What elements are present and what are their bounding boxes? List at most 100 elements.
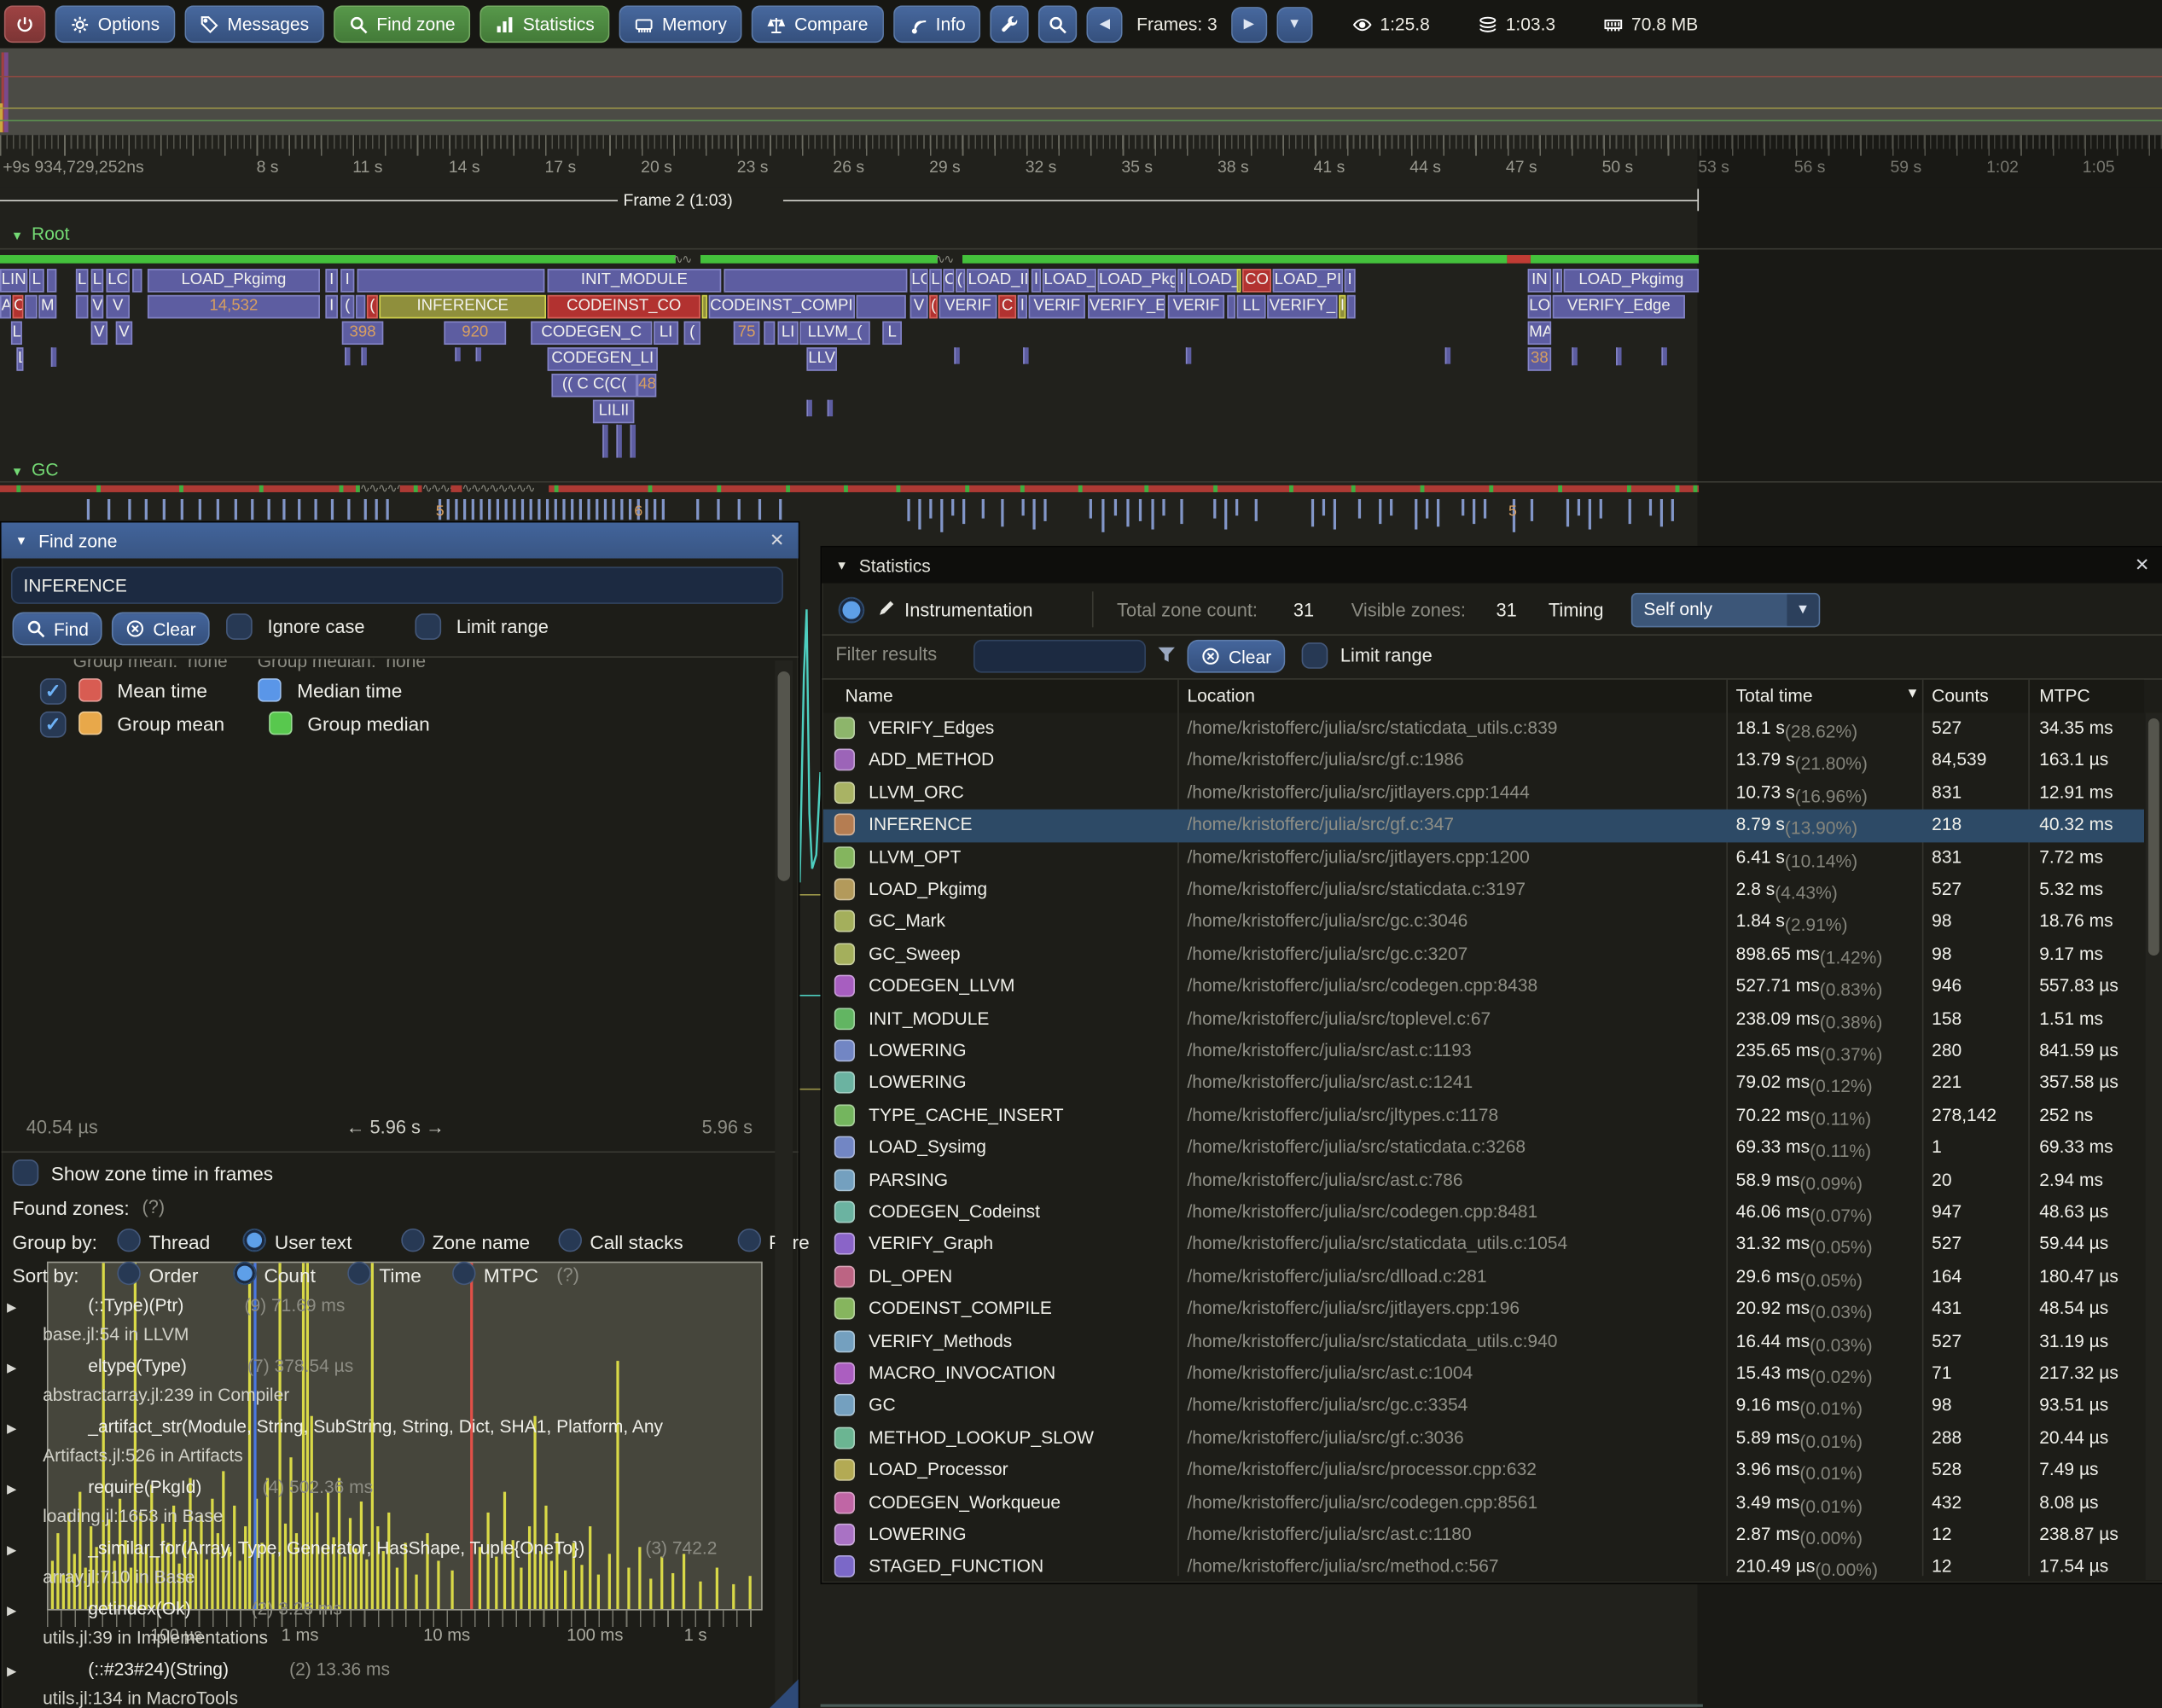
timeline-zone[interactable] [132,269,142,292]
gc-event-tick[interactable] [1578,499,1580,515]
timeline-zone[interactable]: CODEGEN_LI [548,347,658,370]
legend-swatch[interactable] [78,678,102,701]
messages-button[interactable]: Messages [184,5,324,43]
timeline-zone-stub[interactable] [1572,347,1577,365]
gc-activity-bar[interactable] [400,485,422,492]
timeline-zone-stub[interactable] [1616,347,1621,365]
timeline-zone[interactable]: LIN [0,269,27,292]
timeline-zone[interactable]: V [91,322,108,345]
table-row[interactable]: VERIFY_Edges/home/kristofferc/julia/src/… [823,713,2144,746]
chevron-down-icon[interactable]: ▼ [1787,595,1818,626]
zone-name[interactable]: VERIFY_Edges [869,717,994,737]
filter-clear-button[interactable]: Clear [1187,640,1285,673]
timeline-zone[interactable]: LILIl [593,400,634,423]
ignore-case-checkbox[interactable] [226,613,253,640]
timeline-zone[interactable]: V [910,295,928,318]
timeline-zone[interactable]: MA [1528,322,1551,345]
radio-order[interactable] [117,1262,140,1285]
timeline-zone[interactable]: C [13,295,24,318]
stats-limit-range-checkbox[interactable] [1302,642,1328,669]
timeline-zone[interactable]: ( [340,295,354,318]
timeline-zone[interactable]: 48 [637,374,657,397]
timeline-zone[interactable]: VERIF [1168,295,1224,318]
legend-swatch[interactable] [78,712,102,735]
gc-event-tick[interactable] [530,499,532,520]
gc-event-tick[interactable] [587,499,590,520]
gc-event-tick[interactable] [907,499,910,521]
timing-dropdown[interactable]: Self only ▼ [1631,593,1820,627]
prev-frame-button[interactable]: ◀ [1087,6,1123,42]
gc-event-tick[interactable] [1390,499,1392,515]
timeline-zone[interactable]: I [325,269,338,292]
gc-event-tick[interactable] [488,499,491,520]
gc-event-tick[interactable] [1415,499,1417,530]
gc-event-tick[interactable] [479,499,482,520]
zone-name[interactable]: CODEGEN_Workqueue [869,1491,1061,1512]
statistics-button[interactable]: Statistics [480,5,610,43]
legend-checkbox[interactable]: ✓ [40,712,67,738]
zone-name[interactable]: ADD_METHOD [869,749,994,770]
timeline-zone[interactable]: CODEGEN_C [531,322,652,345]
frame-activity-bar[interactable] [962,255,1507,264]
timeline-zone[interactable]: (I [956,269,965,292]
timeline-zone[interactable]: CODEINST_COMPIL [709,295,855,318]
found-zone-item[interactable]: ▶_similar_for(Array, Type, Generator, Ha… [2,1535,774,1591]
radio-count[interactable] [232,1262,255,1285]
timeline-zone[interactable]: LLVM_( [799,322,869,345]
filter-input[interactable] [973,640,1146,673]
gc-event-tick[interactable] [1180,499,1183,524]
found-zone-name[interactable]: getindex(Ok) [88,1595,190,1623]
timeline-zone[interactable]: LI [654,322,678,345]
table-row[interactable]: VERIFY_Graph/home/kristofferc/julia/src/… [823,1229,2144,1262]
frame-activity-bar[interactable] [0,255,676,264]
timeline-zone[interactable]: CODEINST_CO [548,295,700,318]
show-zone-time-checkbox[interactable] [13,1159,39,1186]
timeline-zone[interactable]: VERIFY_Edge [1553,295,1685,318]
found-zone-item[interactable]: ▶(::#23#24)(String)(2) 13.36 msutils.jl:… [2,1656,774,1708]
table-row[interactable]: CODEINST_COMPILE/home/kristofferc/julia/… [823,1293,2144,1326]
timeline-zone[interactable]: LI [777,322,798,345]
gc-event-tick[interactable] [513,499,515,520]
zone-name[interactable]: MACRO_INVOCATION [869,1362,1055,1383]
gc-event-tick[interactable] [1600,499,1602,519]
timeline-zone[interactable]: INFERENCE [379,295,546,318]
gc-event-tick[interactable] [1379,499,1381,524]
zone-name[interactable]: GC_Sweep [869,943,960,963]
timeline-zone[interactable]: ( [929,295,938,318]
gc-event-tick[interactable] [629,499,631,520]
frames-overview[interactable] [0,49,2162,136]
zone-name[interactable]: TYPE_CACHE_INSERT [869,1104,1063,1124]
timeline-zone[interactable]: LO [910,269,928,292]
table-row[interactable]: CODEGEN_LLVM/home/kristofferc/julia/src/… [823,971,2144,1003]
gc-event-tick[interactable] [1649,499,1652,515]
gc-event-tick[interactable] [298,499,300,520]
gc-event-tick[interactable] [314,499,317,520]
gc-event-tick[interactable] [1151,499,1154,530]
table-row[interactable]: LOAD_Processor/home/kristofferc/julia/sr… [823,1455,2144,1487]
expand-icon[interactable]: ▶ [7,1536,16,1563]
gc-event-tick[interactable] [596,499,598,520]
timeline-zone[interactable]: L [882,322,902,345]
zone-name[interactable]: GC_Mark [869,910,945,931]
collapse-icon[interactable]: ▼ [11,465,23,479]
zone-name[interactable]: INIT_MODULE [869,1008,989,1028]
gc-event-tick[interactable] [571,499,573,520]
gc-event-tick[interactable] [654,499,656,520]
radio-pare[interactable] [737,1229,760,1252]
expand-icon[interactable]: ▶ [7,1354,16,1381]
timeline-zone[interactable]: LOAD_PI [1273,269,1343,292]
gc-event-tick[interactable] [1139,499,1142,521]
gc-event-tick[interactable] [951,499,954,515]
table-row[interactable]: CODEGEN_Workqueue/home/kristofferc/julia… [823,1487,2144,1519]
gc-event-tick[interactable] [982,499,985,519]
radio-user-text[interactable] [243,1229,266,1252]
timeline-zone[interactable]: I [1345,269,1356,292]
zone-name[interactable]: LOWERING [869,1072,966,1092]
gc-event-tick[interactable] [645,499,648,520]
timeline-zone[interactable]: 14,532 [148,295,320,318]
collapse-icon[interactable]: ▼ [11,229,23,242]
gc-event-tick[interactable] [1101,499,1104,532]
timeline-zone[interactable]: 920 [444,322,506,345]
table-row[interactable]: METHOD_LOOKUP_SLOW/home/kristofferc/juli… [823,1422,2144,1455]
zone-name[interactable]: VERIFY_Graph [869,1233,993,1253]
